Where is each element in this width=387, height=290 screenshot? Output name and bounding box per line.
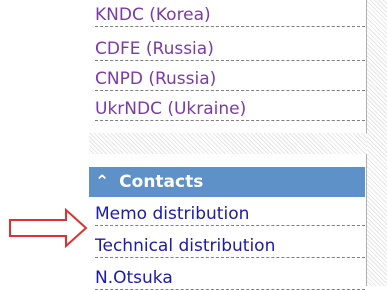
link-cdfe-russia[interactable]: CDFE (Russia)	[95, 38, 365, 61]
link-cnpd-russia[interactable]: CNPD (Russia)	[95, 68, 365, 91]
link-memo-distribution[interactable]: Memo distribution	[95, 203, 365, 226]
double-chevron-up-icon[interactable]: ⌃	[95, 172, 109, 192]
contacts-header[interactable]: ⌃ Contacts	[89, 167, 365, 197]
link-technical-distribution[interactable]: Technical distribution	[95, 235, 365, 258]
contacts-header-label: Contacts	[119, 172, 204, 192]
section-separator	[89, 133, 367, 154]
link-n-otsuka[interactable]: N.Otsuka	[95, 267, 365, 290]
striped-background	[367, 0, 387, 286]
right-arrow-icon	[9, 207, 88, 249]
link-ukrndc-ukraine[interactable]: UkrNDC (Ukraine)	[95, 98, 365, 121]
link-kndc-korea[interactable]: KNDC (Korea)	[95, 4, 365, 27]
